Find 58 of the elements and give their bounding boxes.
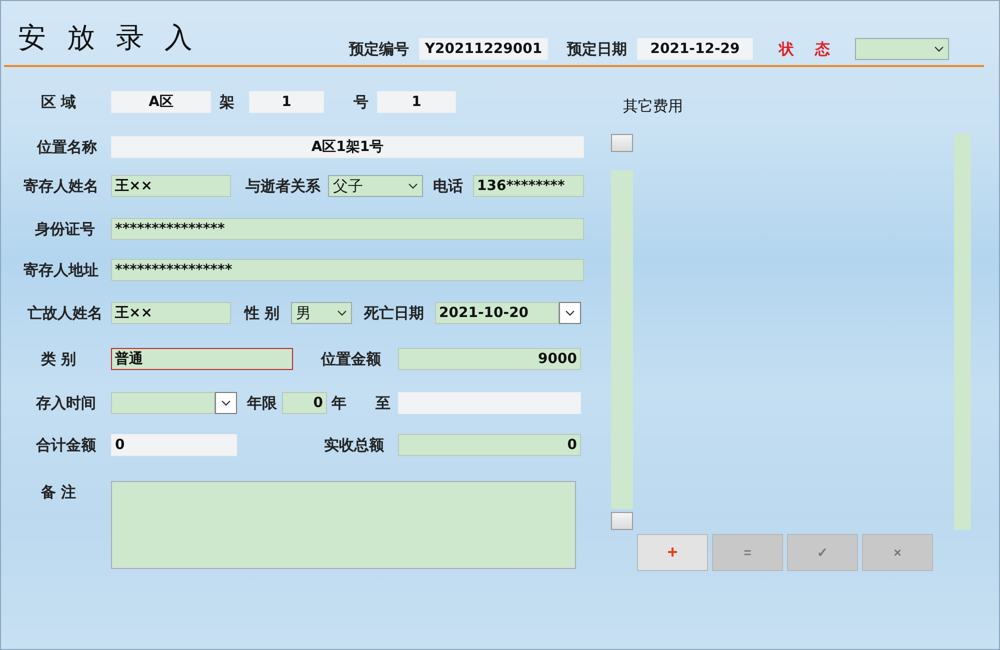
section-title: 其它费用 bbox=[623, 97, 683, 116]
window-title: 安 放 录 入 bbox=[18, 20, 199, 56]
field-label: 亡故人姓名 bbox=[26, 303, 104, 324]
dropdown-button[interactable] bbox=[215, 392, 237, 414]
status-dropdown[interactable] bbox=[855, 38, 949, 60]
field-label: 位置金额 bbox=[320, 349, 382, 370]
text-field[interactable]: *************** bbox=[111, 218, 584, 240]
field-label: 年限 bbox=[246, 393, 278, 414]
text-field[interactable]: 9000 bbox=[398, 348, 581, 370]
text-field[interactable]: 王×× bbox=[111, 302, 231, 324]
status-label: 状 态 bbox=[779, 39, 829, 60]
field-label: 存入时间 bbox=[34, 393, 97, 414]
text-field[interactable]: **************** bbox=[111, 259, 584, 281]
field-label: 号 bbox=[352, 92, 370, 113]
field-label: 备 注 bbox=[40, 482, 78, 503]
remarks-field[interactable] bbox=[111, 481, 576, 569]
field-label: 位置名称 bbox=[36, 137, 98, 158]
text-field[interactable]: 0 bbox=[282, 392, 327, 414]
text-field[interactable]: A区 bbox=[111, 91, 211, 113]
date-field[interactable]: 2021-10-20 bbox=[435, 302, 559, 324]
text-field[interactable]: 136******** bbox=[473, 175, 584, 197]
field-label: 实收总额 bbox=[323, 435, 385, 456]
text-field[interactable]: 0 bbox=[111, 434, 237, 456]
field-label: 预定日期 bbox=[566, 39, 628, 60]
dropdown-button[interactable] bbox=[559, 302, 581, 324]
caret-icon bbox=[408, 183, 418, 189]
text-field[interactable]: 2021-12-29 bbox=[637, 38, 753, 60]
field-label: 合计金额 bbox=[34, 435, 97, 456]
field-label: 架 bbox=[218, 92, 236, 113]
field-label: 寄存人地址 bbox=[22, 260, 100, 281]
field-label: 区 域 bbox=[40, 92, 78, 113]
field-label: 性 别 bbox=[242, 303, 281, 324]
dropdown-field[interactable]: 父子 bbox=[328, 175, 423, 197]
date-field[interactable] bbox=[111, 392, 215, 414]
field-label: 电话 bbox=[432, 176, 464, 197]
field-label: 死亡日期 bbox=[362, 303, 425, 324]
field-label: 类 别 bbox=[40, 349, 78, 370]
field-label: 年 bbox=[330, 393, 348, 414]
field-label: 至 bbox=[374, 393, 392, 414]
text-field[interactable] bbox=[398, 392, 581, 414]
field-label: 身份证号 bbox=[34, 219, 96, 240]
text-field[interactable]: A区1架1号 bbox=[111, 136, 584, 158]
caret-icon bbox=[337, 310, 347, 316]
text-field[interactable]: 0 bbox=[398, 434, 581, 456]
text-field[interactable]: 普通 bbox=[111, 348, 293, 370]
caret-icon bbox=[565, 310, 575, 316]
text-field[interactable]: 1 bbox=[249, 91, 324, 113]
caret-icon bbox=[221, 400, 231, 406]
field-label: 寄存人姓名 bbox=[22, 176, 100, 197]
text-field[interactable]: Y20211229001 bbox=[419, 38, 548, 60]
field-label: 预定编号 bbox=[348, 39, 410, 60]
text-field[interactable]: 1 bbox=[377, 91, 456, 113]
caret-icon bbox=[934, 46, 944, 52]
text-field[interactable]: 王×× bbox=[111, 175, 231, 197]
dropdown-field[interactable]: 男 bbox=[291, 302, 352, 324]
scroll-button[interactable] bbox=[611, 134, 633, 152]
field-label: 与逝者关系 bbox=[244, 176, 322, 197]
scroll-button[interactable] bbox=[611, 512, 633, 530]
